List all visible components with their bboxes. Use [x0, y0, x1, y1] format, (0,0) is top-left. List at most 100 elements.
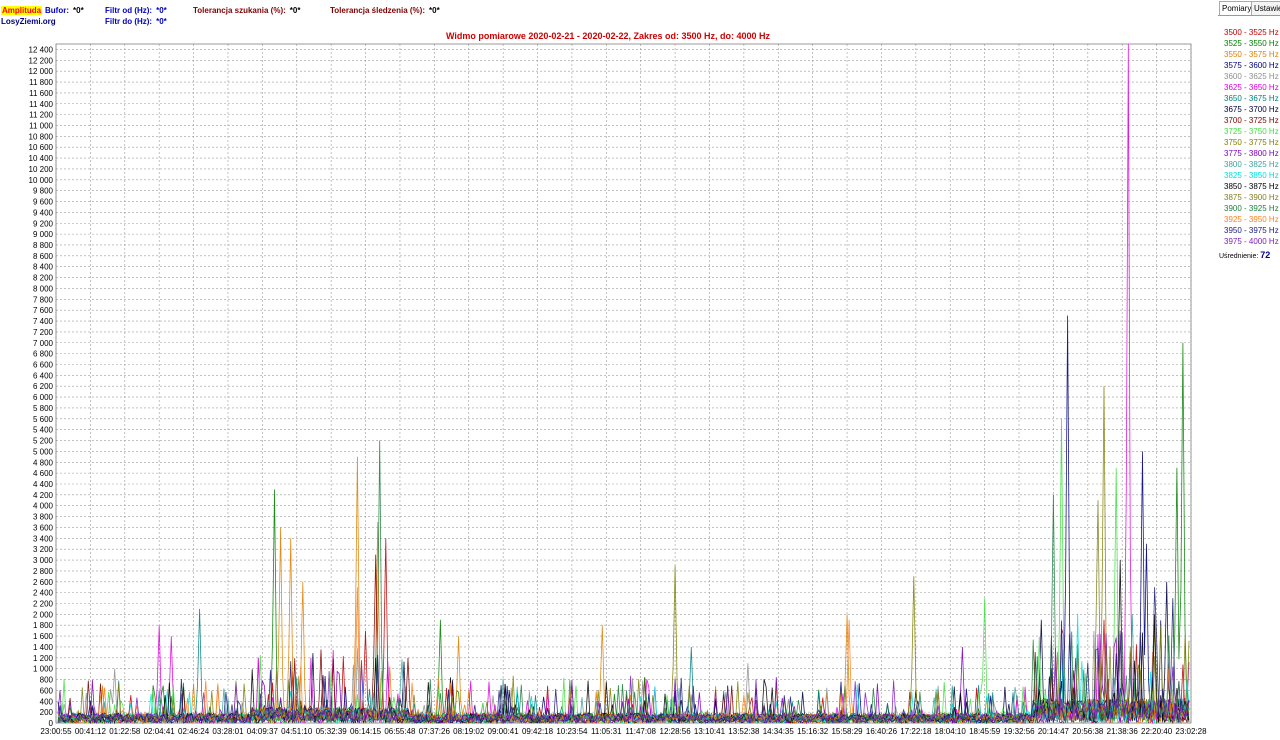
y-tick-label: 9 600 — [33, 198, 54, 207]
y-tick-label: 10 600 — [29, 143, 54, 152]
y-tick-label: 12 200 — [29, 56, 54, 65]
x-tick-label: 09:42:18 — [522, 727, 554, 736]
y-tick-label: 12 400 — [29, 45, 54, 54]
x-tick-label: 23:02:28 — [1175, 727, 1207, 736]
x-tick-label: 06:14:15 — [350, 727, 382, 736]
y-tick-label: 11 400 — [29, 100, 53, 109]
y-tick-label: 11 000 — [29, 121, 53, 130]
y-tick-label: 12 000 — [29, 67, 54, 76]
x-tick-label: 07:37:26 — [419, 727, 451, 736]
x-tick-label: 10:23:54 — [556, 727, 588, 736]
y-tick-label: 1 000 — [33, 665, 54, 674]
y-tick-label: 4 600 — [33, 469, 54, 478]
legend-item-13: 3800 - 3825 Hz — [1224, 160, 1279, 169]
y-tick-label: 4 400 — [33, 480, 54, 489]
series-line-16 — [57, 500, 1190, 725]
series-line-3 — [57, 456, 1190, 725]
x-tick-label: 22:20:40 — [1141, 727, 1173, 736]
average-label: Uśrednienie: — [1219, 253, 1259, 260]
x-tick-label: 15:16:32 — [797, 727, 829, 736]
x-tick-label: 02:46:24 — [178, 727, 210, 736]
series-line-11 — [57, 386, 1190, 725]
y-tick-label: 9 400 — [33, 208, 54, 217]
y-tick-label: 10 400 — [29, 154, 54, 163]
y-tick-label: 7 400 — [33, 317, 54, 326]
x-tick-label: 03:28:01 — [212, 727, 244, 736]
y-tick-label: 3 200 — [33, 545, 54, 554]
y-tick-label: 11 200 — [29, 111, 53, 120]
y-tick-label: 5 800 — [33, 404, 54, 413]
y-tick-label: 4 000 — [33, 502, 54, 511]
legend-item-7: 3650 - 3675 Hz — [1224, 94, 1279, 103]
y-tick-label: 2 200 — [33, 599, 54, 608]
series-line-10 — [57, 418, 1190, 725]
x-tick-label: 11:05:31 — [591, 727, 622, 736]
legend-item-3: 3550 - 3575 Hz — [1224, 50, 1279, 59]
x-tick-label: 09:00:41 — [488, 727, 520, 736]
y-tick-label: 3 400 — [33, 534, 54, 543]
y-tick-label: 6 400 — [33, 371, 54, 380]
x-tick-label: 05:32:39 — [316, 727, 348, 736]
plot-frame — [55, 43, 1192, 724]
x-tick-label: 23:00:55 — [40, 727, 72, 736]
y-tick-label: 10 200 — [29, 165, 54, 174]
x-tick-label: 08:19:02 — [453, 727, 485, 736]
legend-item-1: 3500 - 3525 Hz — [1224, 28, 1279, 37]
x-tick-label: 13:52:38 — [728, 727, 760, 736]
y-tick-label: 8 000 — [33, 284, 54, 293]
legend-item-19: 3950 - 3975 Hz — [1224, 226, 1279, 235]
y-tick-label: 7 800 — [33, 295, 54, 304]
y-tick-label: 6 000 — [33, 393, 54, 402]
y-tick-label: 8 200 — [33, 274, 54, 283]
y-tick-label: 4 200 — [33, 491, 54, 500]
legend-item-6: 3625 - 3650 Hz — [1224, 83, 1279, 92]
y-tick-label: 8 400 — [33, 263, 54, 272]
y-tick-label: 6 800 — [33, 350, 54, 359]
y-tick-label: 1 800 — [33, 621, 54, 630]
legend-item-16: 3875 - 3900 Hz — [1224, 193, 1279, 202]
y-tick-label: 1 200 — [33, 654, 54, 663]
x-tick-label: 02:04:41 — [144, 727, 176, 736]
y-tick-label: 6 200 — [33, 382, 54, 391]
series-line-6 — [57, 43, 1190, 725]
x-tick-label: 04:51:10 — [281, 727, 313, 736]
x-tick-label: 18:04:10 — [935, 727, 967, 736]
y-tick-label: 11 600 — [29, 89, 53, 98]
x-tick-label: 15:58:29 — [831, 727, 863, 736]
y-tick-label: 800 — [40, 676, 54, 685]
legend-item-18: 3925 - 3950 Hz — [1224, 215, 1279, 224]
y-tick-label: 600 — [40, 686, 54, 695]
y-tick-label: 9 000 — [33, 230, 54, 239]
y-tick-label: 200 — [40, 708, 54, 717]
y-tick-label: 2 400 — [33, 589, 54, 598]
y-tick-label: 1 400 — [33, 643, 54, 652]
y-tick-label: 2 800 — [33, 567, 54, 576]
average-value: 72 — [1260, 250, 1271, 260]
x-tick-label: 11:47:08 — [625, 727, 656, 736]
x-tick-label: 20:56:38 — [1072, 727, 1104, 736]
tab-pomiary[interactable]: Pomiary — [1219, 1, 1255, 15]
legend-item-12: 3775 - 3800 Hz — [1224, 149, 1279, 158]
x-tick-label: 17:22:18 — [900, 727, 932, 736]
average-readout: Uśrednienie: 72 — [1219, 250, 1270, 260]
y-tick-label: 10 000 — [29, 176, 54, 185]
y-tick-label: 3 800 — [33, 513, 54, 522]
x-tick-label: 12:28:56 — [660, 727, 692, 736]
x-tick-label: 06:55:48 — [384, 727, 416, 736]
y-tick-label: 10 800 — [29, 132, 54, 141]
y-tick-label: 6 600 — [33, 360, 54, 369]
legend-item-10: 3725 - 3750 Hz — [1224, 127, 1279, 136]
y-tick-label: 9 800 — [33, 187, 54, 196]
y-tick-label: 7 000 — [33, 339, 54, 348]
tab-ustawienia[interactable]: Ustawie — [1251, 1, 1280, 15]
y-tick-label: 5 000 — [33, 447, 54, 456]
x-tick-label: 20:14:47 — [1038, 727, 1070, 736]
series-line-17 — [57, 440, 1190, 725]
x-tick-label: 18:45:59 — [969, 727, 1001, 736]
y-tick-label: 11 800 — [29, 78, 53, 87]
y-tick-label: 1 600 — [33, 632, 54, 641]
y-tick-label: 400 — [40, 697, 54, 706]
x-tick-label: 21:38:36 — [1107, 727, 1139, 736]
y-tick-label: 4 800 — [33, 458, 54, 467]
y-tick-label: 2 000 — [33, 610, 54, 619]
